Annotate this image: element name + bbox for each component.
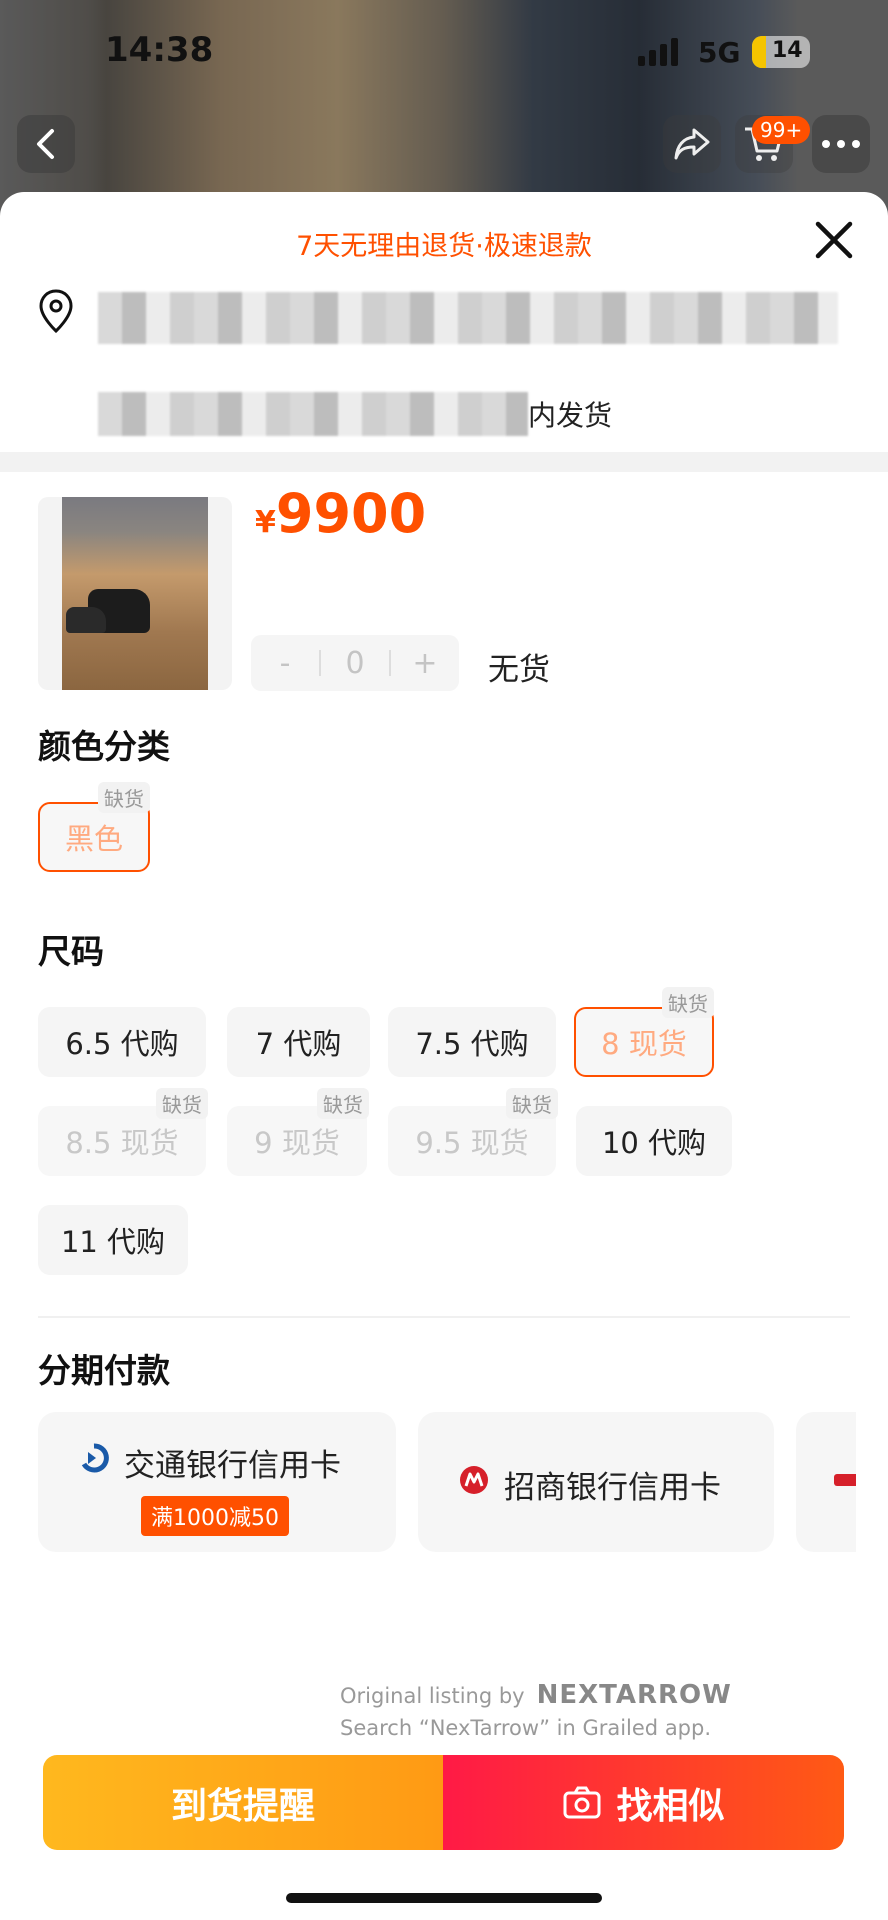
option-label: 7 代购 [255, 1027, 342, 1061]
shipping-info-redacted [98, 392, 528, 436]
watermark-line1: Original listing by [340, 1684, 525, 1708]
option-label: 7.5 代购 [415, 1027, 529, 1061]
return-policy-banner: 7天无理由退货·极速退款 [296, 231, 592, 262]
price: ¥9900 [255, 482, 426, 545]
cart-count-badge: 99+ [752, 116, 811, 144]
shipping-time-suffix: 内发货 [528, 399, 613, 432]
price-currency: ¥ [255, 505, 276, 540]
action-bar: 到货提醒 找相似 [43, 1755, 844, 1850]
battery-icon: 14 [752, 36, 810, 68]
divider [38, 1316, 850, 1318]
sku-selector-sheet: 7天无理由退货·极速退款 内发货 ¥9900 - 0 + 无货 颜色分类 黑色 … [0, 192, 888, 1920]
option-label: 6.5 代购 [65, 1027, 179, 1061]
option-label: 9 现货 [254, 1126, 340, 1160]
installment-card-bocom[interactable]: 交通银行信用卡 满1000减50 [38, 1412, 396, 1552]
size-option[interactable]: 8.5 现货 缺货 [38, 1088, 208, 1176]
status-bar: 14:38 5G 14 [0, 0, 888, 100]
status-time: 14:38 [105, 30, 214, 70]
chevron-left-icon [37, 129, 54, 159]
network-type: 5G [698, 36, 741, 69]
option-label: 11 代购 [60, 1225, 166, 1259]
quantity-stepper[interactable]: - 0 + [251, 635, 459, 691]
out-of-stock-tag: 缺货 [98, 782, 150, 813]
home-indicator[interactable] [286, 1893, 602, 1903]
size-option[interactable]: 9 现货 缺货 [227, 1088, 369, 1176]
section-divider [0, 452, 888, 472]
size-option[interactable]: 10 代购 [576, 1106, 732, 1176]
restock-notify-button[interactable]: 到货提醒 [43, 1755, 443, 1850]
product-thumbnail[interactable] [38, 497, 232, 690]
option-label: 8 现货 [601, 1027, 687, 1061]
installment-promo-badge: 满1000减50 [141, 1496, 289, 1536]
color-option-black[interactable]: 黑色 缺货 [38, 782, 150, 872]
out-of-stock-tag: 缺货 [506, 1088, 558, 1119]
find-similar-label: 找相似 [616, 1785, 725, 1827]
address-redacted[interactable] [98, 292, 838, 344]
bank-logo-icon [834, 1474, 856, 1486]
out-of-stock-tag: 缺货 [156, 1088, 208, 1119]
stock-status: 无货 [488, 652, 550, 688]
size-option[interactable]: 9.5 现货 缺货 [388, 1088, 558, 1176]
size-option[interactable]: 6.5 代购 [38, 1007, 206, 1077]
size-option[interactable]: 7 代购 [227, 1007, 370, 1077]
bocom-logo-icon [81, 1443, 109, 1473]
bank-name: 招商银行信用卡 [504, 1470, 721, 1506]
more-dots-icon [822, 140, 860, 148]
size-option[interactable]: 11 代购 [38, 1205, 188, 1275]
color-section-title: 颜色分类 [38, 727, 170, 766]
bank-name: 交通银行信用卡 [124, 1448, 341, 1484]
out-of-stock-tag: 缺货 [662, 987, 714, 1018]
option-label: 8.5 现货 [65, 1126, 179, 1160]
watermark-line2: Search “NexTarrow” in Grailed app. [340, 1716, 712, 1740]
installment-card-more[interactable] [796, 1412, 856, 1552]
share-button[interactable] [663, 115, 721, 173]
decrease-button[interactable]: - [251, 646, 319, 681]
camera-icon [563, 1786, 601, 1818]
price-amount: 9900 [275, 482, 427, 545]
installment-card-cmb[interactable]: 招商银行信用卡 [418, 1412, 774, 1552]
option-label: 9.5 现货 [415, 1126, 529, 1160]
quantity-value[interactable]: 0 [321, 646, 389, 681]
watermark: Original listing by NEXTARROW Search “Nex… [340, 1680, 732, 1740]
close-icon[interactable] [812, 218, 856, 262]
size-option-selected[interactable]: 8 现货 缺货 [574, 987, 714, 1077]
out-of-stock-tag: 缺货 [317, 1088, 369, 1119]
back-button[interactable] [17, 115, 75, 173]
size-section-title: 尺码 [38, 932, 104, 971]
more-button[interactable] [812, 115, 870, 173]
increase-button[interactable]: + [391, 646, 459, 681]
installment-section-title: 分期付款 [38, 1351, 170, 1390]
option-label: 黑色 [64, 822, 123, 856]
find-similar-button[interactable]: 找相似 [443, 1755, 844, 1850]
watermark-brand: NEXTARROW [536, 1680, 732, 1710]
cmb-logo-icon [460, 1466, 488, 1494]
battery-level: 14 [772, 38, 803, 63]
size-option[interactable]: 7.5 代购 [388, 1007, 556, 1077]
signal-icon [638, 38, 678, 66]
option-label: 10 代购 [601, 1126, 707, 1160]
location-pin-icon [39, 289, 73, 334]
share-icon [674, 128, 710, 160]
